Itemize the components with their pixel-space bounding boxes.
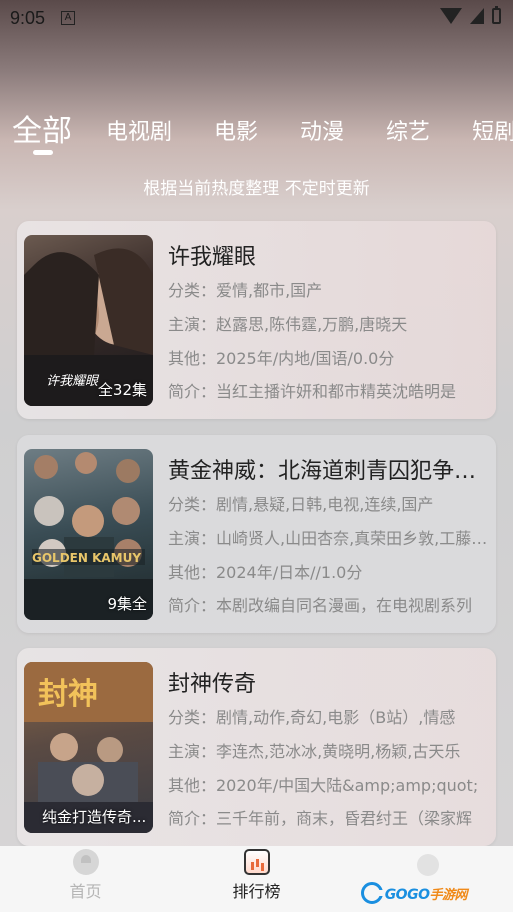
poster-image: 许我耀眼 全32集 bbox=[24, 235, 153, 406]
watermark-g-icon bbox=[360, 882, 384, 904]
bottom-nav: 首页 排行榜 GOGO手游网 bbox=[0, 846, 513, 912]
card-title: 封神传奇 bbox=[168, 672, 257, 697]
signal-icon bbox=[470, 8, 484, 24]
a-icon: A bbox=[61, 11, 76, 25]
poster-caption: 纯金打造传奇... bbox=[42, 808, 147, 826]
card-other: 其他：2024年/日本//1.0分 bbox=[168, 563, 363, 582]
episode-badge: 全32集 bbox=[97, 381, 147, 399]
watermark-logo: GOGO手游网 bbox=[360, 882, 468, 904]
ranking-note: 根据当前热度整理 不定时更新 bbox=[143, 179, 370, 199]
tab-movie[interactable]: 电影 bbox=[214, 114, 258, 154]
ranking-card[interactable]: GOLDEN KAMUY 9集全 黄金神威：北海道刺青囚犯争夺战 分类：剧情,悬… bbox=[17, 435, 496, 633]
card-cast: 主演：赵露思,陈伟霆,万鹏,唐晓天 bbox=[168, 315, 408, 334]
tab-short[interactable]: 短剧 bbox=[472, 114, 513, 154]
card-category: 分类：爱情,都市,国产 bbox=[168, 281, 323, 300]
card-intro: 简介：三千年前，商末，昏君纣王（梁家辉 bbox=[168, 809, 473, 828]
card-cast: 主演：山崎贤人,山田杏奈,真荣田乡敦,工藤阿须加 bbox=[168, 529, 488, 548]
nav-home[interactable]: 首页 bbox=[0, 846, 171, 912]
ranking-card[interactable]: 封神 纯金打造传奇... 封神传奇 分类：剧情,动作,奇幻,电影（B站）,情感 … bbox=[17, 648, 496, 846]
ranking-card[interactable]: 许我耀眼 全32集 许我耀眼 分类：爱情,都市,国产 主演：赵露思,陈伟霆,万鹏… bbox=[17, 221, 496, 419]
poster-image: GOLDEN KAMUY 9集全 bbox=[24, 449, 153, 620]
card-title: 黄金神威：北海道刺青囚犯争夺战 bbox=[168, 459, 488, 484]
card-intro: 简介：当红主播许妍和都市精英沈皓明是 bbox=[168, 382, 457, 401]
tab-anime[interactable]: 动漫 bbox=[300, 114, 344, 154]
card-other: 其他：2020年/中国大陆&amp;amp;quot; bbox=[168, 776, 479, 795]
poster-image: 封神 纯金打造传奇... bbox=[24, 662, 153, 833]
category-tabs: 全部 电视剧 电影 动漫 综艺 短剧 bbox=[0, 104, 513, 154]
tab-tv[interactable]: 电视剧 bbox=[106, 114, 172, 154]
card-category: 分类：剧情,悬疑,日韩,电视,连续,国产 bbox=[168, 495, 434, 514]
nav-ranking-label: 排行榜 bbox=[232, 882, 281, 901]
battery-icon bbox=[492, 6, 501, 24]
status-icons bbox=[440, 6, 501, 24]
home-icon bbox=[72, 849, 99, 875]
episode-badge: 9集全 bbox=[107, 595, 147, 613]
status-bar: 9:05 A bbox=[0, 0, 513, 36]
tab-variety[interactable]: 综艺 bbox=[386, 114, 430, 154]
card-intro: 简介：本剧改编自同名漫画，在电视剧系列 bbox=[168, 596, 473, 615]
svg-text:GOLDEN KAMUY: GOLDEN KAMUY bbox=[32, 551, 141, 565]
tab-all[interactable]: 全部 bbox=[12, 106, 72, 154]
nav-home-label: 首页 bbox=[69, 882, 102, 901]
status-time: 9:05 bbox=[10, 7, 46, 28]
ranking-icon bbox=[243, 849, 270, 875]
card-title: 许我耀眼 bbox=[168, 245, 257, 270]
svg-text:许我耀眼: 许我耀眼 bbox=[46, 374, 100, 389]
wifi-icon bbox=[440, 8, 462, 24]
card-category: 分类：剧情,动作,奇幻,电影（B站）,情感 bbox=[168, 708, 456, 727]
card-cast: 主演：李连杰,范冰冰,黄晓明,杨颖,古天乐 bbox=[168, 742, 461, 761]
card-other: 其他：2025年/内地/国语/0.0分 bbox=[168, 349, 395, 368]
watermark-text: GOGO手游网 bbox=[384, 886, 468, 903]
active-tab-indicator bbox=[33, 150, 53, 155]
svg-text:封神: 封神 bbox=[38, 677, 98, 712]
profile-icon bbox=[416, 854, 439, 876]
nav-ranking[interactable]: 排行榜 bbox=[171, 846, 342, 912]
